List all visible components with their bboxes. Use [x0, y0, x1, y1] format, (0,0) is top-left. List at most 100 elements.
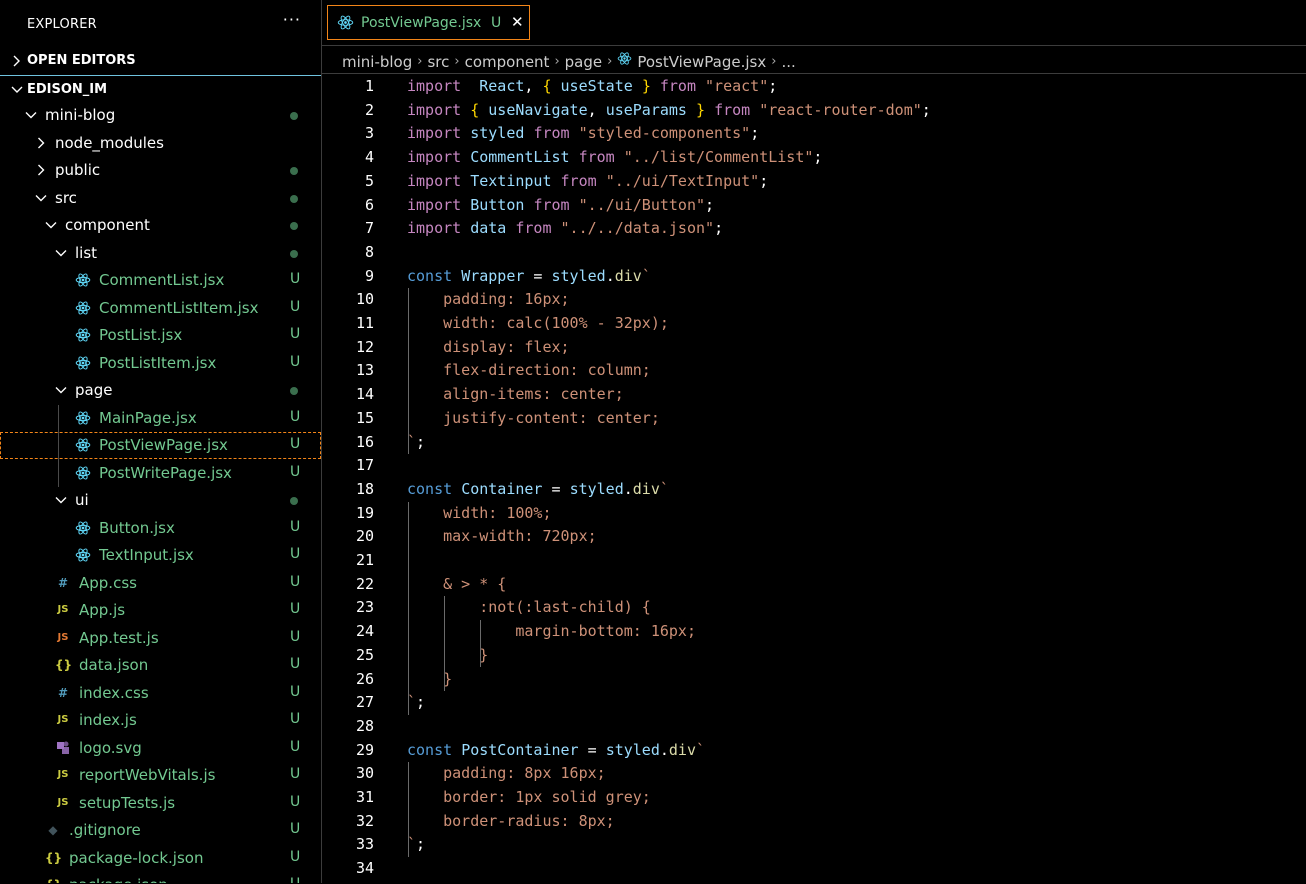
- workspace-root-section[interactable]: EDISON_IM: [0, 75, 321, 104]
- tree-item[interactable]: JS index.js U: [0, 707, 321, 734]
- tree-item-label: public: [55, 161, 101, 179]
- line-number: 33: [355, 835, 374, 854]
- tree-item[interactable]: JS App.js U: [0, 597, 321, 624]
- code-token: width: 100%;: [407, 503, 552, 522]
- code-token: import: [407, 77, 462, 95]
- react-icon: [75, 465, 91, 481]
- code-token: from: [560, 171, 597, 190]
- tree-item[interactable]: JS setupTests.js U: [0, 790, 321, 817]
- code-token: ;: [705, 195, 715, 214]
- tree-item[interactable]: public: [0, 157, 321, 184]
- tree-item[interactable]: JS reportWebVitals.js U: [0, 762, 321, 789]
- line-number: 6: [364, 195, 374, 214]
- tree-item[interactable]: list: [0, 240, 321, 267]
- tree-item[interactable]: # App.css U: [0, 570, 321, 597]
- status-badge: U: [290, 793, 301, 810]
- status-badge: U: [290, 298, 301, 315]
- js-file-icon: JS: [57, 604, 69, 615]
- tab-status-badge: U: [491, 15, 502, 31]
- code-token: `: [641, 266, 651, 285]
- line-number: 29: [355, 740, 374, 759]
- code-token: Textinput: [470, 171, 552, 190]
- status-badge: U: [290, 326, 301, 342]
- status-badge: U: [290, 766, 301, 782]
- line-number: 7: [364, 219, 374, 238]
- tree-item[interactable]: {} data.json U: [0, 652, 321, 679]
- more-actions-icon[interactable]: ···: [283, 10, 301, 29]
- modified-dot-icon: [290, 167, 298, 175]
- tree-item[interactable]: PostListItem.jsx U: [0, 350, 321, 377]
- tree-item[interactable]: JS App.test.js U: [0, 625, 321, 652]
- tree-item-label: reportWebVitals.js: [79, 766, 216, 784]
- tree-item-label: index.js: [79, 711, 137, 729]
- tree-item[interactable]: component: [0, 212, 321, 239]
- code-token: useNavigate: [488, 100, 588, 119]
- code-token: "styled-components": [578, 124, 751, 143]
- code-token: const: [407, 479, 453, 498]
- line-number: 31: [355, 788, 374, 806]
- tree-item-label: mini-blog: [45, 106, 116, 124]
- tree-item[interactable]: logo.svg U: [0, 735, 321, 762]
- code-line: 3 import styled from "styled-components";: [322, 122, 1306, 146]
- code-editor[interactable]: 1 import React, { useState } from "react"…: [322, 73, 1306, 884]
- tree-item[interactable]: {} package.json U: [0, 872, 321, 883]
- tree-item[interactable]: CommentList.jsx U: [0, 267, 321, 294]
- tree-item[interactable]: ◆ .gitignore U: [0, 817, 321, 844]
- breadcrumb-item[interactable]: page: [565, 53, 602, 71]
- breadcrumb-item[interactable]: ...: [781, 53, 795, 71]
- react-icon: [75, 520, 91, 536]
- tree-item[interactable]: TextInput.jsx U: [0, 542, 321, 569]
- code-text: import styled from "styled-components";: [407, 124, 759, 142]
- code-token: import: [407, 195, 462, 214]
- breadcrumb-item[interactable]: PostViewPage.jsx: [637, 53, 766, 71]
- breadcrumb-item[interactable]: mini-blog: [342, 53, 412, 71]
- code-token: border: 1px solid grey;: [407, 788, 651, 806]
- tree-item[interactable]: mini-blog: [0, 102, 321, 129]
- code-token: ;: [714, 219, 724, 238]
- code-text: border-radius: 8px;: [407, 812, 615, 830]
- code-token: data: [470, 219, 507, 238]
- code-line: 1 import React, { useState } from "react"…: [322, 75, 1306, 99]
- tree-item[interactable]: Button.jsx U: [0, 515, 321, 542]
- open-editors-section[interactable]: OPEN EDITORS: [0, 47, 321, 75]
- status-badge: U: [290, 656, 301, 672]
- code-token: div: [614, 266, 642, 285]
- line-number: 23: [355, 598, 374, 617]
- line-number: 16: [355, 432, 374, 451]
- code-token: const: [407, 266, 453, 285]
- tree-item[interactable]: PostList.jsx U: [0, 322, 321, 349]
- tab-bar: PostViewPage.jsx U ✕: [322, 0, 1306, 46]
- code-text: import React, { useState } from "react";: [407, 77, 777, 95]
- code-text: import data from "../../data.json";: [407, 219, 723, 237]
- tab-postviewpage[interactable]: PostViewPage.jsx U ✕: [327, 5, 530, 40]
- chevron-right-icon: ›: [607, 54, 613, 69]
- tree-item[interactable]: src: [0, 185, 321, 212]
- tree-item[interactable]: CommentListItem.jsx U: [0, 295, 321, 322]
- tree-item[interactable]: {} package-lock.json U: [0, 845, 321, 872]
- code-line: 6 import Button from "../ui/Button";: [322, 194, 1306, 218]
- close-icon[interactable]: ✕: [511, 13, 524, 31]
- tree-item[interactable]: page: [0, 377, 321, 404]
- tree-item[interactable]: ui: [0, 487, 321, 514]
- code-token: useParams: [605, 100, 687, 119]
- breadcrumb-item[interactable]: src: [427, 53, 449, 71]
- tree-item-label: list: [75, 243, 98, 262]
- code-token: ;: [759, 171, 769, 190]
- status-badge: U: [290, 711, 301, 727]
- breadcrumb-item[interactable]: component: [465, 53, 550, 71]
- code-token: border-radius: 8px;: [407, 811, 615, 830]
- code-token: "../ui/TextInput": [605, 171, 760, 190]
- chevron-right-icon: [38, 164, 45, 176]
- tree-item[interactable]: node_modules: [0, 130, 321, 157]
- tree-item[interactable]: PostViewPage.jsx U: [0, 432, 321, 459]
- code-token: Button: [470, 195, 525, 214]
- code-token: useState: [560, 77, 633, 95]
- code-line: 28: [322, 715, 1306, 739]
- tree-item[interactable]: MainPage.jsx U: [0, 405, 321, 432]
- tree-item[interactable]: # index.css U: [0, 680, 321, 707]
- tree-item[interactable]: PostWritePage.jsx U: [0, 460, 321, 487]
